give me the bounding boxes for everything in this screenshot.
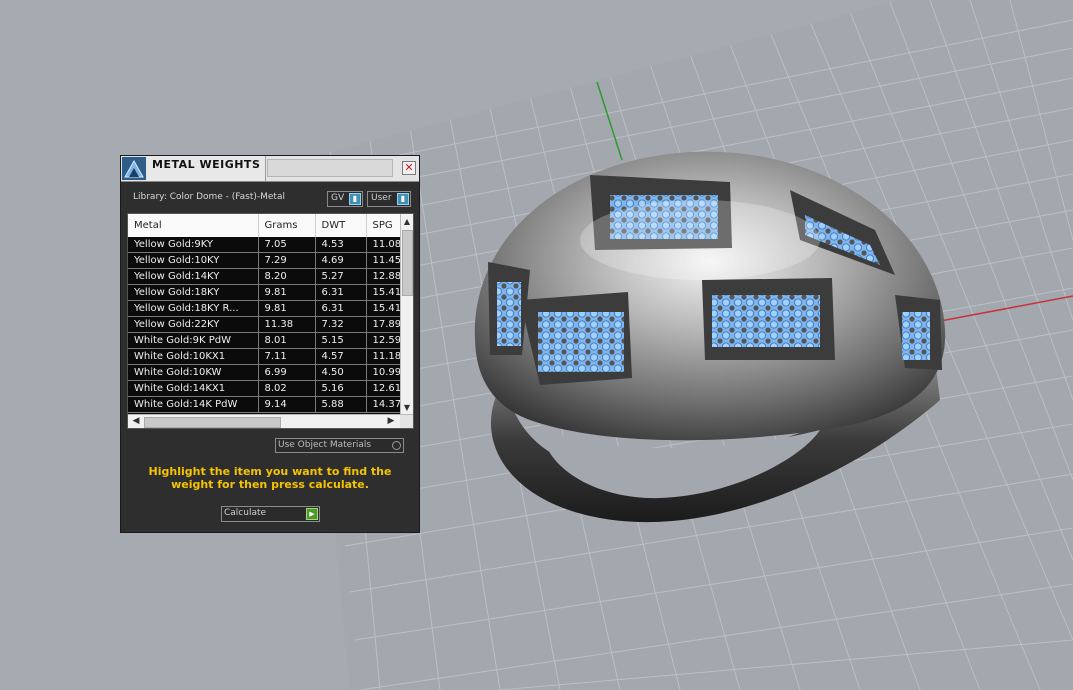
- titlebar-field: [267, 159, 393, 177]
- metal-weights-panel: METAL WEIGHTS ✕ Library: Color Dome - (F…: [120, 155, 420, 533]
- dropdown-arrow-icon: ▮: [397, 193, 409, 205]
- dwt-cell: 6.31: [315, 300, 367, 317]
- metal-cell: White Gold:14K PdW: [128, 396, 259, 413]
- radio-icon[interactable]: [392, 441, 401, 450]
- grams-cell: 9.14: [258, 396, 316, 413]
- metal-cell: Yellow Gold:9KY: [128, 237, 259, 253]
- grams-cell: 9.81: [258, 300, 316, 317]
- instruction-text: Highlight the item you want to find the …: [148, 465, 392, 491]
- grams-cell: 9.81: [258, 284, 316, 301]
- dome-logo-icon: [122, 157, 146, 180]
- gv-selector-label: GV: [331, 193, 345, 203]
- table-row[interactable]: White Gold:10KX1 7.11 4.57 11.18: [128, 348, 413, 365]
- grams-cell: 8.01: [258, 332, 316, 349]
- grams-cell: 8.02: [258, 380, 316, 397]
- grams-cell: 11.38: [258, 316, 316, 333]
- table-row[interactable]: Yellow Gold:10KY 7.29 4.69 11.45: [128, 252, 413, 269]
- calculate-label: Calculate: [224, 508, 267, 518]
- metal-cell: Yellow Gold:18KY R...: [128, 300, 259, 317]
- horizontal-scroll-thumb[interactable]: [144, 417, 281, 428]
- table-row[interactable]: White Gold:9K PdW 8.01 5.15 12.59: [128, 332, 413, 349]
- metal-table: Metal Grams DWT SPG Yellow Gold:9KY 7.05 4…: [127, 213, 414, 429]
- library-label: Library: Color Dome - (Fast)-Metal: [133, 192, 285, 202]
- column-header-dwt[interactable]: DWT: [315, 214, 367, 237]
- vertical-scroll-thumb[interactable]: [402, 230, 413, 296]
- table-row[interactable]: White Gold:14KX1 8.02 5.16 12.61: [128, 380, 413, 397]
- metal-cell: White Gold:10KX1: [128, 348, 259, 365]
- use-object-materials-label: Use Object Materials: [278, 440, 372, 450]
- scroll-down-icon[interactable]: ▼: [402, 402, 412, 413]
- dwt-cell: 7.32: [315, 316, 367, 333]
- scroll-up-icon[interactable]: ▲: [402, 216, 412, 227]
- table-row[interactable]: Yellow Gold:14KY 8.20 5.27 12.88: [128, 268, 413, 285]
- user-selector[interactable]: User ▮: [367, 191, 411, 207]
- metal-cell: Yellow Gold:10KY: [128, 252, 259, 269]
- close-icon[interactable]: ✕: [402, 161, 416, 175]
- grams-cell: 7.11: [258, 348, 316, 365]
- dropdown-arrow-icon: ▮: [349, 193, 361, 205]
- metal-cell: White Gold:10KW: [128, 364, 259, 381]
- grams-cell: 7.05: [258, 237, 316, 253]
- dwt-cell: 5.15: [315, 332, 367, 349]
- dwt-cell: 5.27: [315, 268, 367, 285]
- table-row[interactable]: White Gold:10KW 6.99 4.50 10.99: [128, 364, 413, 381]
- user-selector-label: User: [371, 193, 392, 203]
- panel-titlebar[interactable]: METAL WEIGHTS ✕: [121, 156, 419, 182]
- dwt-cell: 5.88: [315, 396, 367, 413]
- metal-cell: Yellow Gold:22KY: [128, 316, 259, 333]
- scroll-left-icon[interactable]: ◀: [130, 415, 142, 428]
- dwt-cell: 4.57: [315, 348, 367, 365]
- horizontal-scrollbar[interactable]: ◀ ▶: [128, 414, 413, 428]
- metal-cell: White Gold:9K PdW: [128, 332, 259, 349]
- dwt-cell: 6.31: [315, 284, 367, 301]
- table-row[interactable]: Yellow Gold:18KY R... 9.81 6.31 15.41: [128, 300, 413, 317]
- scroll-right-icon[interactable]: ▶: [385, 415, 397, 428]
- metal-cell: White Gold:14KX1: [128, 380, 259, 397]
- use-object-materials-toggle[interactable]: Use Object Materials: [275, 438, 404, 453]
- dwt-cell: 4.53: [315, 237, 367, 253]
- dwt-cell: 5.16: [315, 380, 367, 397]
- play-arrow-icon: ▶: [306, 508, 318, 520]
- column-header-grams[interactable]: Grams: [258, 214, 316, 237]
- table-row[interactable]: White Gold:14K PdW 9.14 5.88 14.37: [128, 396, 413, 413]
- grams-cell: 8.20: [258, 268, 316, 285]
- vertical-scrollbar[interactable]: ▲ ▼: [400, 214, 413, 415]
- metal-cell: Yellow Gold:18KY: [128, 284, 259, 301]
- column-header-metal[interactable]: Metal: [128, 214, 259, 237]
- grams-cell: 6.99: [258, 364, 316, 381]
- gv-selector[interactable]: GV ▮: [327, 191, 363, 207]
- metal-cell: Yellow Gold:14KY: [128, 268, 259, 285]
- table-header-row: Metal Grams DWT SPG: [128, 214, 413, 237]
- table-row[interactable]: Yellow Gold:22KY 11.38 7.32 17.89: [128, 316, 413, 333]
- grams-cell: 7.29: [258, 252, 316, 269]
- dwt-cell: 4.69: [315, 252, 367, 269]
- table-row[interactable]: Yellow Gold:18KY 9.81 6.31 15.41: [128, 284, 413, 301]
- panel-title: METAL WEIGHTS: [152, 158, 261, 171]
- calculate-button[interactable]: Calculate ▶: [221, 506, 320, 522]
- dwt-cell: 4.50: [315, 364, 367, 381]
- table-row[interactable]: Yellow Gold:9KY 7.05 4.53 11.08: [128, 237, 413, 253]
- scrollbar-corner: [400, 415, 413, 428]
